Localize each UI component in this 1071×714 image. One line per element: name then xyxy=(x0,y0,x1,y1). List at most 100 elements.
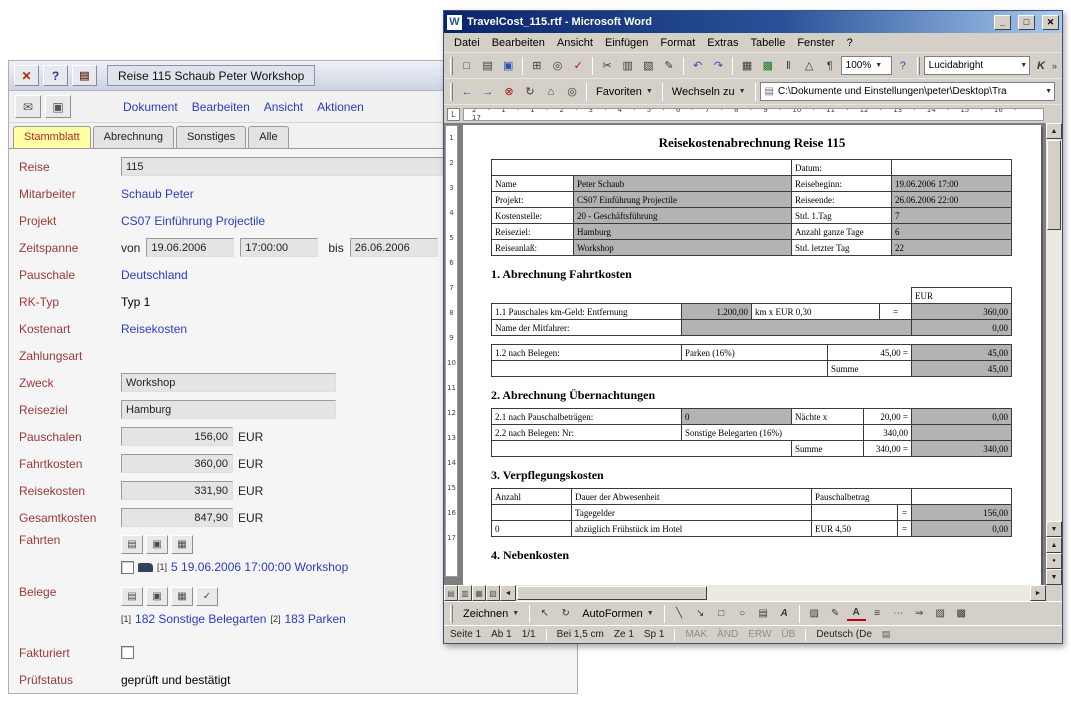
vertical-scroll-thumb[interactable] xyxy=(1047,140,1061,230)
gesamtkosten-input[interactable]: 847,90 xyxy=(121,508,233,527)
menu-tabelle[interactable]: Tabelle xyxy=(744,35,791,51)
print-layout-icon[interactable]: ▦ xyxy=(472,585,486,601)
line-icon[interactable]: ╲ xyxy=(670,604,689,623)
search-icon[interactable]: ◎ xyxy=(562,82,582,102)
status-flag-aend[interactable]: ÄND xyxy=(717,629,738,640)
mitarbeiter-link[interactable]: Schaub Peter xyxy=(121,187,194,201)
line-color-icon[interactable]: ✎ xyxy=(826,604,845,623)
arrow-icon[interactable]: ↘ xyxy=(691,604,710,623)
status-flag-erw[interactable]: ERW xyxy=(748,629,771,640)
maximize-icon[interactable]: □ xyxy=(1018,15,1035,30)
undo-icon[interactable]: ↶ xyxy=(688,56,708,76)
menu-bearbeiten[interactable]: Bearbeiten xyxy=(486,35,551,51)
format-painter-icon[interactable]: ✎ xyxy=(659,56,679,76)
reisekosten-input[interactable]: 331,90 xyxy=(121,481,233,500)
scroll-right-icon[interactable]: ► xyxy=(1030,585,1046,601)
goto-button[interactable]: Wechseln zu ▼ xyxy=(667,82,751,102)
menu-extras[interactable]: Extras xyxy=(701,35,744,51)
print-preview-icon[interactable]: ◎ xyxy=(548,56,568,76)
menu-bearbeiten[interactable]: Bearbeiten xyxy=(192,100,250,114)
shadow-icon[interactable]: ▧ xyxy=(931,604,950,623)
tab-sonstiges[interactable]: Sonstiges xyxy=(176,126,246,148)
toolbar-grip[interactable] xyxy=(450,57,453,75)
outline-view-icon[interactable]: ▧ xyxy=(486,585,500,601)
home-icon[interactable]: ⌂ xyxy=(541,82,561,102)
insert-table-icon[interactable]: ▩ xyxy=(758,56,778,76)
von-date-input[interactable]: 19.06.2006 xyxy=(146,238,234,257)
drawing-icon[interactable]: △ xyxy=(799,56,819,76)
help-icon[interactable]: ? xyxy=(893,56,913,76)
tab-stop-selector[interactable]: L xyxy=(447,108,460,121)
address-bar[interactable]: ▤ C:\Dokumente und Einstellungen\peter\D… xyxy=(760,82,1055,101)
tab-alle[interactable]: Alle xyxy=(248,126,288,148)
favorites-button[interactable]: Favoriten ▼ xyxy=(591,82,658,102)
toolbar-grip[interactable] xyxy=(917,57,920,75)
spelling-icon[interactable]: ✓ xyxy=(568,56,588,76)
dash-style-icon[interactable]: ⋯ xyxy=(889,604,908,623)
trip-checkbox[interactable] xyxy=(121,561,134,574)
stop-icon[interactable]: ⊗ xyxy=(499,82,519,102)
menu-datei[interactable]: Datei xyxy=(448,35,486,51)
zeichnen-button[interactable]: Zeichnen ▼ xyxy=(458,604,524,624)
menu-dokument[interactable]: Dokument xyxy=(123,100,178,114)
toolbar-grip[interactable] xyxy=(450,83,453,101)
bis-date-input[interactable]: 26.06.2006 xyxy=(350,238,438,257)
rectangle-icon[interactable]: □ xyxy=(712,604,731,623)
new-document-icon[interactable]: □ xyxy=(457,56,477,76)
status-flag-ueb[interactable]: ÜB xyxy=(781,629,795,640)
textbox-icon[interactable]: ▤ xyxy=(754,604,773,623)
horizontal-scroll-thumb[interactable] xyxy=(517,586,707,600)
open-icon[interactable]: ▤ xyxy=(478,56,498,76)
receipt-link-1[interactable]: 182 Sonstige Belegarten xyxy=(135,612,266,626)
copy-icon[interactable]: ▥ xyxy=(618,56,638,76)
scroll-left-icon[interactable]: ◄ xyxy=(500,585,516,601)
vertical-scrollbar[interactable]: ▲ ▼ ▲ ● ▼ xyxy=(1046,123,1062,585)
toolbar-grip[interactable] xyxy=(450,605,453,623)
menu-hilfe[interactable]: ? xyxy=(841,35,859,51)
reiseziel-input[interactable]: Hamburg xyxy=(121,400,336,419)
wordart-icon[interactable]: A xyxy=(775,604,794,623)
select-objects-icon[interactable]: ↖ xyxy=(535,604,554,623)
copy-icon[interactable]: ▣ xyxy=(45,95,71,118)
refresh-icon[interactable]: ↻ xyxy=(520,82,540,102)
document-page[interactable]: Reisekostenabrechnung Reise 115 Datum: N… xyxy=(463,125,1041,585)
trip-list-icon[interactable]: ▤ xyxy=(121,535,143,554)
projekt-link[interactable]: CS07 Einführung Projectile xyxy=(121,214,265,228)
normal-view-icon[interactable]: ▤ xyxy=(444,585,458,601)
print-icon[interactable]: ⊞ xyxy=(527,56,547,76)
redo-icon[interactable]: ↷ xyxy=(709,56,729,76)
zoom-combo[interactable]: 100% ▼ xyxy=(841,56,892,75)
status-flag-mak[interactable]: MAK xyxy=(685,629,707,640)
font-color-icon[interactable]: A xyxy=(847,607,866,621)
autoformen-button[interactable]: AutoFormen ▼ xyxy=(577,604,658,624)
line-style-icon[interactable]: ≡ xyxy=(868,604,887,623)
scroll-up-icon[interactable]: ▲ xyxy=(1046,123,1062,139)
close-icon[interactable]: ✕ xyxy=(1042,15,1059,30)
previous-page-icon[interactable]: ▲ xyxy=(1046,537,1062,553)
help-icon[interactable]: ? xyxy=(43,65,68,86)
columns-icon[interactable]: ‖ xyxy=(779,56,799,76)
tab-abrechnung[interactable]: Abrechnung xyxy=(93,126,174,148)
menu-ansicht[interactable]: Ansicht xyxy=(551,35,599,51)
web-layout-icon[interactable]: ▥ xyxy=(458,585,472,601)
menu-aktionen[interactable]: Aktionen xyxy=(317,100,364,114)
show-paragraph-icon[interactable]: ¶ xyxy=(820,56,840,76)
trip-print-icon[interactable]: ▦ xyxy=(171,535,193,554)
pauschale-link[interactable]: Deutschland xyxy=(121,268,188,282)
toolbar-overflow-icon[interactable]: » xyxy=(1052,61,1059,71)
fakturiert-checkbox[interactable] xyxy=(121,646,134,659)
free-rotate-icon[interactable]: ↻ xyxy=(556,604,575,623)
forward-icon[interactable]: → xyxy=(478,82,498,102)
tables-borders-icon[interactable]: ▦ xyxy=(737,56,757,76)
font-combo[interactable]: Lucidabright ▼ xyxy=(924,56,1030,75)
trip-copy-icon[interactable]: ▣ xyxy=(146,535,168,554)
receipt-print-icon[interactable]: ▦ xyxy=(171,587,193,606)
cut-icon[interactable]: ✂ xyxy=(597,56,617,76)
tab-stammblatt[interactable]: Stammblatt xyxy=(13,126,91,148)
scroll-down-icon[interactable]: ▼ xyxy=(1046,521,1062,537)
minimize-icon[interactable]: _ xyxy=(994,15,1011,30)
close-icon[interactable]: ✕ xyxy=(14,65,39,86)
save-icon[interactable]: ▣ xyxy=(498,56,518,76)
document-icon[interactable]: ▤ xyxy=(72,65,97,86)
receipt-check-icon[interactable]: ✓ xyxy=(196,587,218,606)
